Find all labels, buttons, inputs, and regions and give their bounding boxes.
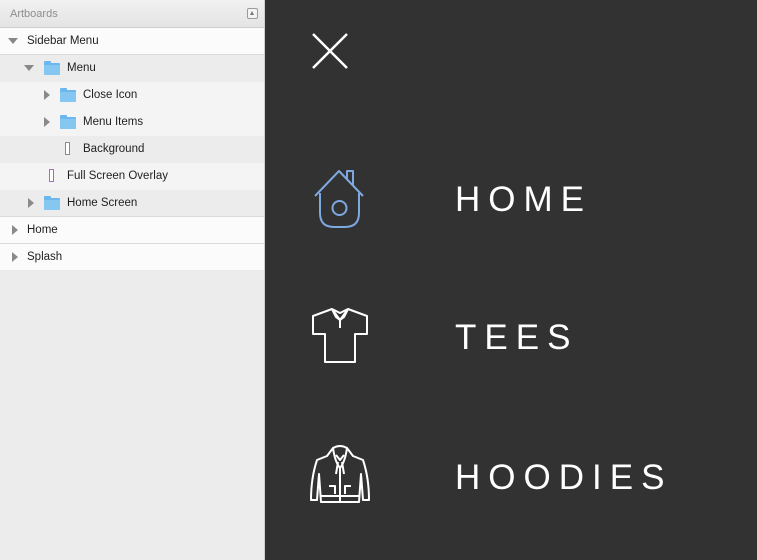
layer-label: Splash [27, 251, 63, 263]
artboard-canvas[interactable]: HOME TEES HOODIES [265, 0, 757, 560]
menu-item-label: HOODIES [455, 458, 673, 497]
layer-label: Full Screen Overlay [67, 170, 168, 182]
disclosure-collapsed-icon[interactable] [44, 90, 50, 100]
layer-row-home-screen[interactable]: Home Screen [0, 190, 264, 217]
layer-row-menu-items[interactable]: Menu Items [0, 109, 264, 136]
panel-empty-area [0, 270, 264, 560]
collapse-panel-button[interactable] [247, 8, 258, 19]
layer-row-menu[interactable]: Menu [0, 55, 264, 82]
layer-label: Home Screen [67, 197, 138, 209]
disclosure-collapsed-icon[interactable] [12, 252, 18, 262]
menu-item-label: TEES [455, 318, 579, 357]
layer-row-background[interactable]: Background [0, 136, 264, 163]
menu-item-label: HOME [455, 180, 592, 219]
layer-label: Home [27, 224, 58, 236]
layer-row-splash[interactable]: Splash [0, 244, 264, 271]
close-icon[interactable] [312, 33, 348, 69]
menu-item-home[interactable]: HOME [265, 166, 757, 236]
layer-label: Background [83, 143, 145, 155]
folder-icon [44, 61, 60, 75]
rectangle-layer-icon [49, 169, 54, 182]
folder-icon [44, 196, 60, 210]
disclosure-collapsed-icon[interactable] [28, 198, 34, 208]
folder-icon [60, 115, 76, 129]
menu-item-tees[interactable]: TEES [265, 304, 757, 374]
folder-icon [60, 88, 76, 102]
disclosure-collapsed-icon[interactable] [12, 225, 18, 235]
layer-row-close-icon[interactable]: Close Icon [0, 82, 264, 109]
panel-title: Artboards [10, 8, 58, 20]
layer-row-full-screen-overlay[interactable]: Full Screen Overlay [0, 163, 264, 190]
panel-header: Artboards [0, 0, 264, 28]
layer-label: Menu Items [83, 116, 144, 128]
menu-item-hoodies[interactable]: HOODIES [265, 444, 757, 514]
layer-label: Close Icon [83, 89, 138, 101]
layer-row-home[interactable]: Home [0, 217, 264, 244]
layer-label: Sidebar Menu [27, 35, 99, 47]
disclosure-collapsed-icon[interactable] [44, 117, 50, 127]
disclosure-expanded-icon[interactable] [24, 65, 34, 71]
tshirt-icon [312, 308, 368, 363]
layer-label: Menu [67, 62, 96, 74]
layers-panel: Artboards Sidebar Menu Menu Close Icon M… [0, 0, 265, 560]
disclosure-expanded-icon[interactable] [8, 38, 18, 44]
birdhouse-icon [314, 170, 364, 228]
rectangle-layer-icon [65, 142, 70, 155]
hoodie-icon [310, 445, 370, 503]
layer-row-sidebar-menu[interactable]: Sidebar Menu [0, 28, 264, 55]
